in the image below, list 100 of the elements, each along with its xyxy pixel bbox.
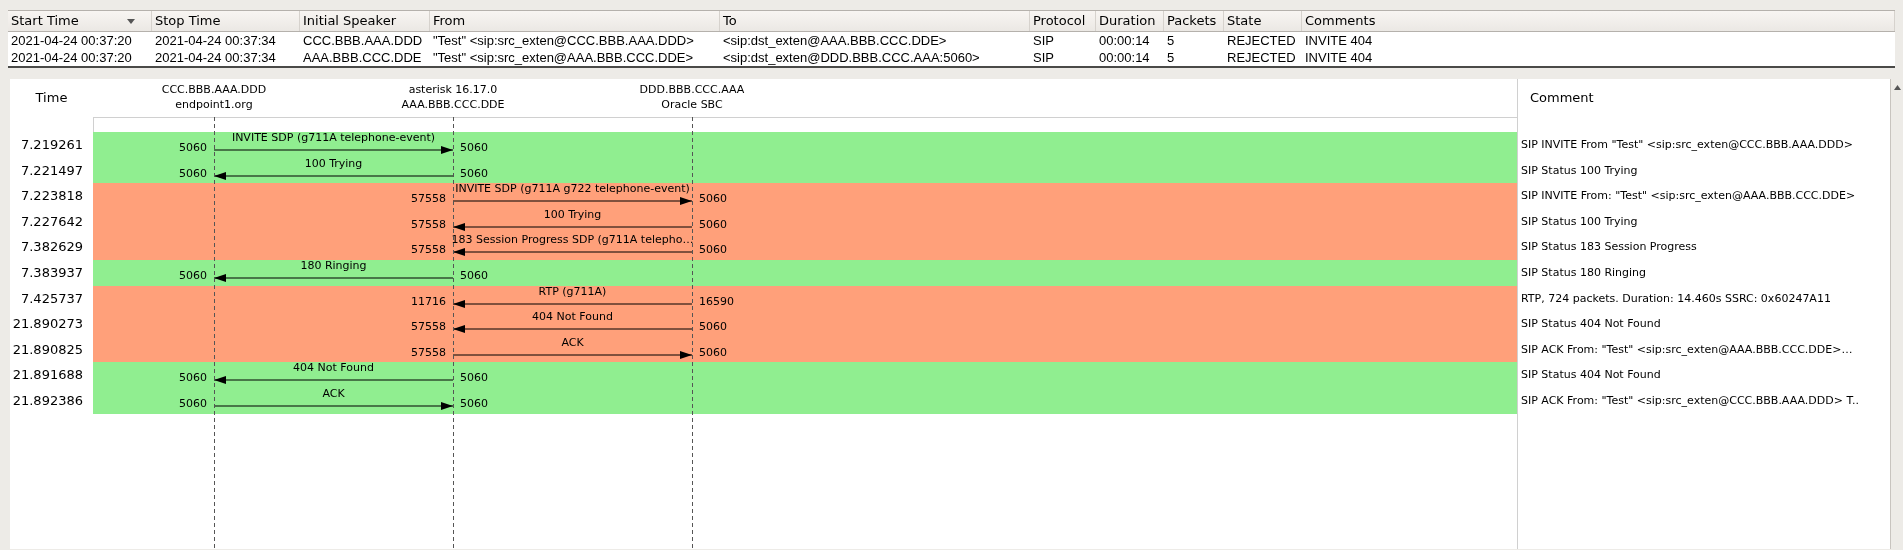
port-label: 5060: [699, 319, 727, 336]
table-cell-text: REJECTED: [1226, 49, 1297, 66]
message-label: RTP (g711A): [538, 284, 607, 299]
node-label: CCC.BBB.AAA.DDD endpoint1.org: [160, 82, 268, 112]
table-cell-text: 5: [1166, 49, 1176, 66]
port-label: 57558: [411, 191, 446, 208]
port-label: 57558: [411, 319, 446, 336]
message-row[interactable]: 5060 5060 INVITE SDP (g711A telephone-event): [93, 132, 1517, 158]
comment-cell-text: SIP Status 183 Session Progress: [1520, 239, 1698, 256]
time-cell-text: 7.221497: [19, 161, 84, 180]
message-row[interactable]: 57558 5060 INVITE SDP (g711A g722 telephone-event): [93, 183, 1517, 209]
message-label: 404 Not Found: [293, 361, 374, 376]
time-cell-text: 7.383937: [19, 263, 84, 282]
port-label: 57558: [411, 216, 446, 233]
table-cell-text: "Test" <sip:src_exten@CCC.BBB.AAA.DDD>: [432, 32, 695, 49]
port-label: 5060: [699, 242, 727, 259]
port-label: 5060: [179, 370, 207, 387]
port-label: 5060: [460, 395, 488, 412]
port-label: 57558: [411, 242, 446, 259]
table-cell-text: <sip:dst_exten@DDD.BBB.CCC.AAA:5060>: [722, 49, 981, 66]
column-header[interactable]: State: [1224, 11, 1302, 31]
column-header[interactable]: Initial Speaker: [300, 11, 430, 31]
table-cell-text: SIP: [1032, 32, 1055, 49]
port-label: 57558: [411, 344, 446, 361]
column-header[interactable]: Duration: [1096, 11, 1164, 31]
message-row[interactable]: 5060 5060 180 Ringing: [93, 259, 1517, 286]
port-label: 5060: [179, 140, 207, 156]
port-label: 5060: [699, 191, 727, 208]
table-cell-text: 2021-04-24 00:37:20: [10, 49, 133, 66]
time-cell-text: 21.891688: [11, 366, 84, 385]
port-label: 5060: [460, 370, 488, 387]
message-row[interactable]: 11716 16590 RTP (g711A): [93, 285, 1517, 312]
scroll-up-icon[interactable]: [1893, 85, 1901, 90]
message-row[interactable]: 5060 5060 404 Not Found: [93, 362, 1517, 388]
column-header[interactable]: Stop Time: [152, 11, 300, 31]
time-cell-text: 7.425737: [19, 289, 84, 308]
message-row[interactable]: 5060 5060 100 Trying: [93, 157, 1517, 184]
message-row[interactable]: 5060 5060 ACK: [93, 387, 1517, 414]
sort-descending-icon: [127, 19, 135, 24]
table-cell-text: 00:00:14: [1098, 49, 1151, 66]
comment-cell-text: SIP INVITE From: "Test" <sip:src_exten@AAA.BBB.CCC.DDE>: [1520, 188, 1857, 205]
message-label: ACK: [322, 386, 345, 401]
column-header[interactable]: Start Time: [8, 11, 152, 31]
comment-cell-text: SIP ACK From: "Test" <sip:src_exten@AAA.BBB.CCC.DDE>…: [1520, 341, 1854, 358]
column-header[interactable]: Protocol: [1030, 11, 1096, 31]
column-header[interactable]: To: [720, 11, 1030, 31]
table-cell-text: "Test" <sip:src_exten@AAA.BBB.CCC.DDE>: [432, 49, 695, 66]
comment-cell-text: SIP Status 100 Trying: [1520, 213, 1639, 230]
message-row[interactable]: 57558 5060 183 Session Progress SDP (g711A telepho…: [93, 234, 1517, 260]
comment-cell-text: SIP Status 180 Ringing: [1520, 264, 1648, 281]
message-label: 100 Trying: [543, 207, 602, 222]
message-row[interactable]: 57558 5060 404 Not Found: [93, 311, 1517, 337]
port-label: 5060: [179, 395, 207, 412]
port-label: 5060: [699, 216, 727, 233]
node-label: asterisk 16.17.0 AAA.BBB.CCC.DDE: [400, 82, 506, 112]
column-header[interactable]: From: [430, 11, 720, 31]
table-cell-text: INVITE 404: [1304, 32, 1374, 49]
port-label: 5060: [460, 267, 488, 284]
time-cell-text: 7.219261: [19, 136, 84, 154]
time-cell-text: 21.890825: [11, 340, 84, 359]
time-cell-text: 21.892386: [11, 391, 84, 410]
table-cell-text: INVITE 404: [1304, 49, 1374, 66]
port-label: 5060: [179, 267, 207, 284]
scrollbar[interactable]: [1890, 79, 1903, 549]
message-label: 183 Session Progress SDP (g711A telepho…: [451, 233, 694, 248]
comment-cell-text: RTP, 724 packets. Duration: 14.460s SSRC: 0x60247A11: [1520, 290, 1832, 307]
comment-cell-text: SIP ACK From: "Test" <sip:src_exten@CCC.BBB.AAA.DDD> T..: [1520, 392, 1860, 409]
message-label: INVITE SDP (g711A telephone-event): [231, 131, 436, 145]
time-cell-text: 7.382629: [19, 238, 84, 257]
time-cell-text: 7.227642: [19, 212, 84, 231]
table-cell-text: 2021-04-24 00:37:34: [154, 32, 277, 49]
table-cell-text: CCC.BBB.AAA.DDD: [302, 32, 424, 49]
port-label: 5060: [460, 140, 488, 156]
message-row[interactable]: 57558 5060 ACK: [93, 336, 1517, 363]
comment-cell-text: SIP Status 100 Trying: [1520, 162, 1639, 179]
column-header[interactable]: Comments: [1302, 11, 1895, 31]
table-cell-text: AAA.BBB.CCC.DDE: [302, 49, 423, 66]
time-cell-text: 7.223818: [19, 187, 84, 206]
column-header[interactable]: Packets: [1164, 11, 1224, 31]
port-label: 11716: [411, 293, 446, 310]
comment-cell-text: SIP INVITE From "Test" <sip:src_exten@CCC.BBB.AAA.DDD>: [1520, 137, 1854, 153]
table-cell-text: REJECTED: [1226, 32, 1297, 49]
time-cell-text: 21.890273: [11, 315, 84, 334]
table-cell-text: 2021-04-24 00:37:20: [10, 32, 133, 49]
table-cell-text: 5: [1166, 32, 1176, 49]
table-cell-text: SIP: [1032, 49, 1055, 66]
comment-cell-text: SIP Status 404 Not Found: [1520, 367, 1662, 384]
port-label: 5060: [460, 165, 488, 182]
message-label: 100 Trying: [304, 156, 363, 171]
message-row[interactable]: 57558 5060 100 Trying: [93, 208, 1517, 235]
message-label: ACK: [561, 335, 584, 350]
comment-cell-text: SIP Status 404 Not Found: [1520, 316, 1662, 333]
column-header: Comment: [1529, 89, 1595, 108]
message-label: 404 Not Found: [532, 310, 613, 325]
message-label: INVITE SDP (g711A g722 telephone-event): [455, 182, 690, 197]
table-cell-text: <sip:dst_exten@AAA.BBB.CCC.DDE>: [722, 32, 948, 49]
port-label: 16590: [699, 293, 734, 310]
table-cell-text: 2021-04-24 00:37:34: [154, 49, 277, 66]
port-label: 5060: [179, 165, 207, 182]
table-cell-text: 00:00:14: [1098, 32, 1151, 49]
